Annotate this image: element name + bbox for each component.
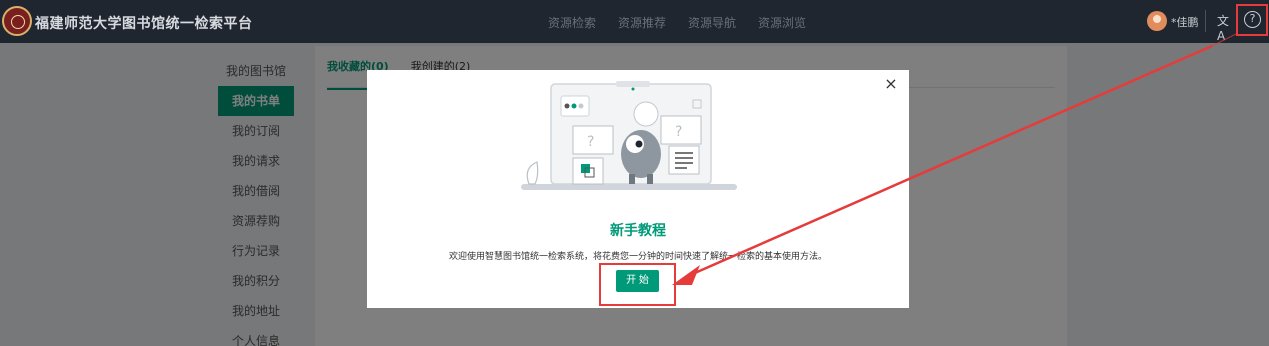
nav-item-resource-navigation[interactable]: 资源导航 (688, 14, 736, 31)
top-bar: 福建师范大学图书馆统一检索平台 资源检索 资源推荐 资源导航 资源浏览 *佳鹏 … (0, 0, 1269, 43)
svg-text:?: ? (587, 134, 594, 150)
university-logo-icon[interactable] (2, 6, 32, 36)
header-divider (1205, 10, 1206, 32)
modal-description: 欢迎使用智慧图书馆统一检索系统，将花费您一分钟的时间快速了解统一检索的基本使用方… (448, 252, 827, 262)
tutorial-illustration: ? ? (521, 81, 737, 190)
tutorial-modal: × ? ? 新手教程 欢迎使用智慧图书馆统一检索系统，将花费您一分钟的时间快速了… (367, 70, 909, 308)
main-nav: 资源检索 资源推荐 资源导航 资源浏览 (548, 14, 828, 31)
nav-item-resource-recommend[interactable]: 资源推荐 (618, 14, 666, 31)
nav-item-resource-browse[interactable]: 资源浏览 (758, 14, 806, 31)
translate-icon[interactable]: 文A (1217, 12, 1235, 43)
modal-title: 新手教程 (610, 223, 666, 239)
user-avatar[interactable] (1147, 11, 1167, 31)
user-name[interactable]: *佳鹏 (1171, 14, 1199, 30)
close-icon[interactable]: × (883, 74, 899, 93)
start-button[interactable]: 开 始 (616, 270, 659, 292)
nav-item-resource-search[interactable]: 资源检索 (548, 14, 596, 31)
help-annotation-box (1236, 4, 1268, 36)
site-title[interactable]: 福建师范大学图书馆统一检索平台 (35, 13, 253, 33)
svg-text:?: ? (675, 124, 682, 140)
